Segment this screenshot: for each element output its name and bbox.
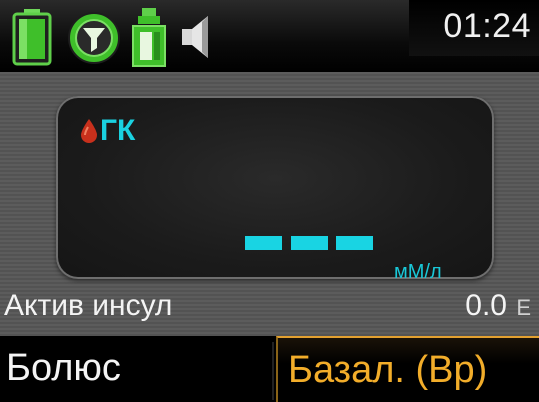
active-insulin-label: Актив инсул [4,289,173,322]
glucose-card[interactable]: ГК мМ/л [56,96,494,283]
reservoir-icon [132,8,166,67]
softkey-bar: Болюс Базал. (Вр) [0,336,539,402]
pump-screen: 01:24 ГК мМ/л Актив инсул 0.0 Е Болюс Ба… [0,0,539,402]
temp-basal-softkey[interactable]: Базал. (Вр) [276,336,539,402]
status-bar: 01:24 [0,0,539,72]
glucose-label: ГК [100,114,136,147]
sound-icon [182,16,208,58]
active-insulin-value: 0.0 [465,289,507,322]
softkey-divider [272,342,274,400]
glucose-dash [291,236,328,250]
glucose-value-empty [245,236,381,250]
bolus-softkey[interactable]: Болюс [0,336,272,402]
active-insulin-unit: Е [516,295,531,320]
blood-drop-icon [81,119,97,143]
glucose-dash [245,236,282,250]
battery-icon [12,9,52,66]
home-main-area: ГК мМ/л Актив инсул 0.0 Е [0,72,539,336]
clock-box: 01:24 [409,0,539,56]
glucose-dash [336,236,373,250]
cgm-sensor-icon [68,12,120,64]
glucose-unit: мМ/л [394,261,442,283]
clock-time: 01:24 [443,7,531,45]
